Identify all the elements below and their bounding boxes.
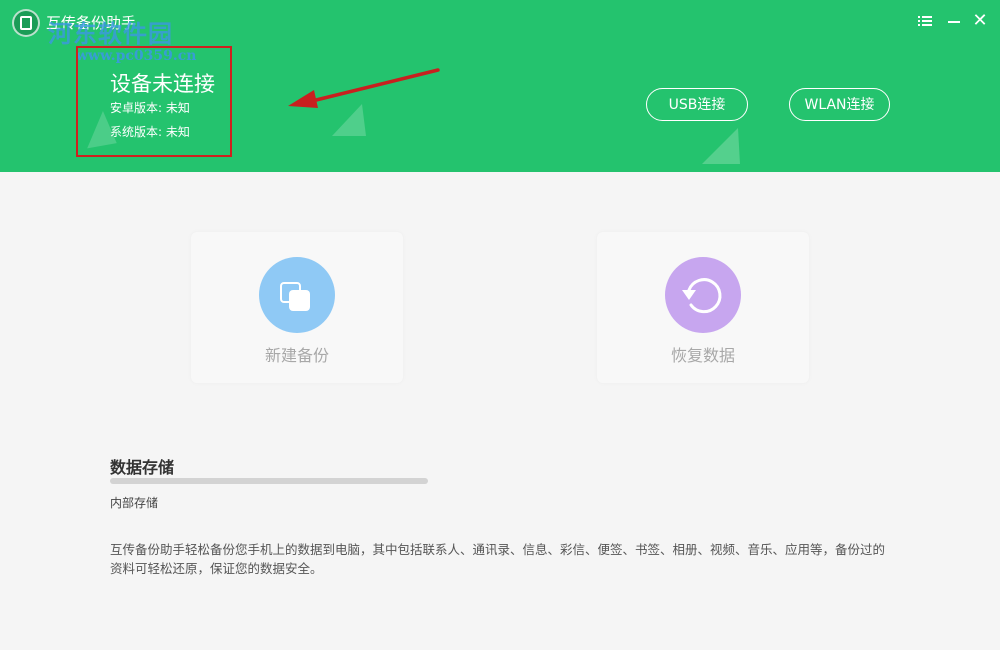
copy-icon — [259, 257, 335, 333]
wlan-connect-button[interactable]: WLAN连接 — [789, 88, 890, 121]
storage-progress-bar — [110, 478, 428, 484]
app-logo-icon — [12, 9, 40, 37]
storage-title: 数据存储 — [110, 458, 175, 477]
new-backup-card[interactable]: 新建备份 — [191, 232, 403, 383]
new-backup-label: 新建备份 — [264, 346, 329, 365]
device-status: 设备未连接 — [110, 72, 215, 96]
watermark-text: 河东软件园 — [48, 19, 173, 48]
android-version: 安卓版本: 未知 — [110, 101, 190, 115]
minimize-icon[interactable] — [945, 12, 963, 30]
restore-data-card[interactable]: 恢复数据 — [597, 232, 809, 383]
close-icon[interactable]: ✕ — [971, 12, 989, 30]
usb-connect-button[interactable]: USB连接 — [646, 88, 748, 121]
restore-data-label: 恢复数据 — [670, 346, 735, 365]
header-banner: 互传备份助手 河东软件园 www.pc0359.cn ✕ 设备未连接 安卓版本:… — [0, 0, 1000, 172]
annotation-arrow-icon — [288, 68, 440, 108]
decor-triangle — [702, 128, 740, 164]
internal-storage-label: 内部存储 — [110, 496, 159, 510]
restore-icon — [665, 257, 741, 333]
app-description: 互传备份助手轻松备份您手机上的数据到电脑，其中包括联系人、通讯录、信息、彩信、便… — [110, 542, 886, 576]
menu-icon[interactable] — [917, 12, 935, 30]
system-version: 系统版本: 未知 — [110, 125, 190, 139]
